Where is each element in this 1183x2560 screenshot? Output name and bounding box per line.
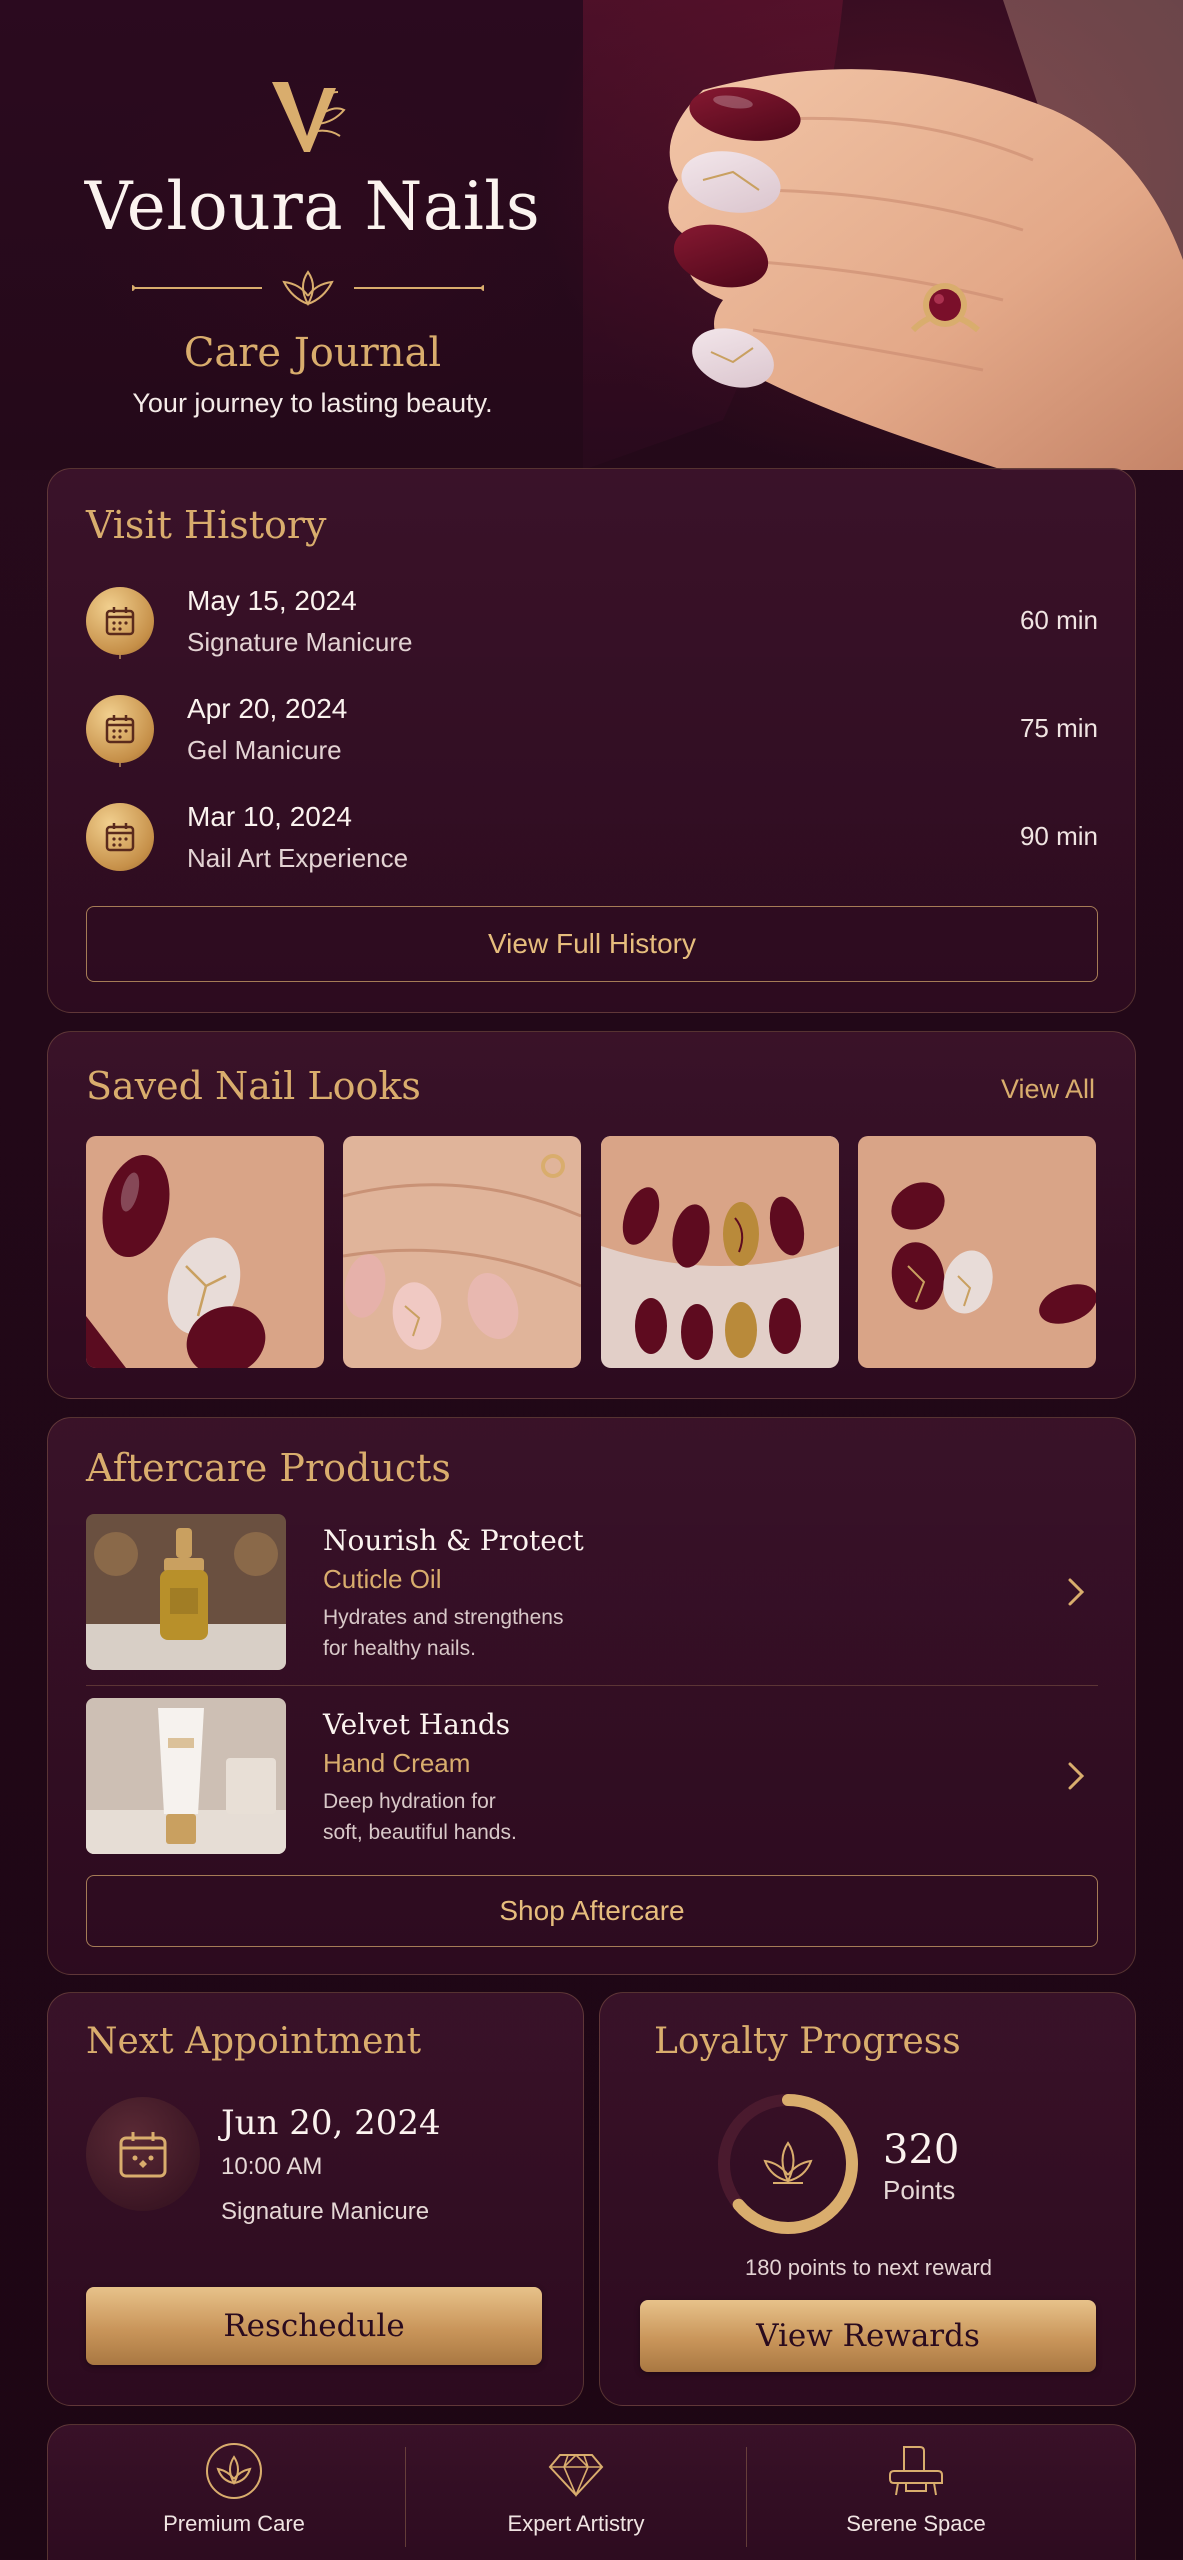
calendar-icon — [86, 803, 154, 871]
saved-looks-card: Saved Nail Looks View All — [47, 1031, 1136, 1399]
reschedule-button[interactable]: Reschedule — [86, 2287, 542, 2365]
appointment-date: Jun 20, 2024 — [221, 2103, 441, 2143]
feature-serene-space: Serene Space — [766, 2441, 1066, 2560]
brand-logo-icon — [272, 82, 346, 152]
visit-service: Nail Art Experience — [187, 843, 409, 873]
feature-label: Expert Artistry — [507, 2511, 645, 2536]
visit-service: Gel Manicure — [187, 735, 342, 765]
hand-cream-image — [86, 1698, 286, 1854]
visit-history-card: Visit History May 15, 2024 Signature Man… — [47, 468, 1136, 1013]
journal-title: Care Journal — [183, 330, 442, 376]
calendar-icon — [86, 695, 154, 763]
visit-row[interactable]: May 15, 2024 Signature Manicure 60 min — [86, 581, 1098, 661]
aftercare-title: Aftercare Products — [86, 1446, 451, 1490]
chevron-right-icon — [1068, 1578, 1085, 1606]
calendar-icon — [86, 2097, 200, 2211]
feature-separator — [405, 2447, 406, 2547]
product-description: Deep hydration for soft, beautiful hands… — [323, 1790, 517, 1844]
product-divider — [86, 1685, 1098, 1686]
points-label: Points — [883, 2175, 956, 2205]
visit-date: May 15, 2024 — [187, 585, 357, 616]
nail-look-thumbnail[interactable] — [86, 1136, 324, 1368]
nail-look-thumbnail[interactable] — [601, 1136, 839, 1368]
saved-looks-title: Saved Nail Looks — [86, 1064, 421, 1108]
cuticle-oil-image — [86, 1514, 286, 1670]
visit-service: Signature Manicure — [187, 627, 413, 657]
visit-duration: 90 min — [1019, 821, 1098, 851]
calendar-icon — [86, 587, 154, 655]
view-all-link[interactable]: View All — [1001, 1074, 1095, 1105]
nail-look-thumbnail[interactable] — [343, 1136, 581, 1368]
visit-duration: 75 min — [1019, 713, 1098, 743]
visit-row[interactable]: Mar 10, 2024 Nail Art Experience 90 min — [86, 797, 1098, 877]
next-appointment-card: Next Appointment Jun 20, 2024 10:00 AM S… — [47, 1992, 584, 2406]
hero-header: Veloura Nails Care Journal Your journey … — [0, 0, 1183, 470]
appointment-time: 10:00 AM — [221, 2153, 323, 2180]
ornament-divider-icon — [132, 270, 484, 307]
hero-hand-photo — [583, 0, 1183, 470]
shop-aftercare-button[interactable]: Shop Aftercare — [86, 1875, 1098, 1947]
diamond-icon — [548, 2453, 604, 2498]
view-rewards-button[interactable]: View Rewards — [640, 2300, 1096, 2372]
loyalty-title: Loyalty Progress — [654, 2021, 961, 2062]
feature-label: Serene Space — [846, 2511, 986, 2536]
feature-premium-care: Premium Care — [84, 2441, 384, 2560]
product-type: Hand Cream — [323, 1748, 471, 1778]
loyalty-progress-card: Loyalty Progress 320 Points 180 points t… — [599, 1992, 1136, 2406]
loyalty-progress-ring — [718, 2094, 858, 2234]
visit-history-title: Visit History — [86, 503, 327, 547]
lotus-icon — [763, 2141, 813, 2184]
visit-date: Mar 10, 2024 — [187, 801, 352, 832]
feature-label: Premium Care — [163, 2511, 305, 2536]
next-appointment-title: Next Appointment — [86, 2021, 422, 2062]
appointment-service: Signature Manicure — [221, 2198, 430, 2225]
feature-separator — [746, 2447, 747, 2547]
visit-duration: 60 min — [1019, 605, 1098, 635]
product-row[interactable]: Nourish & Protect Cuticle Oil Hydrates a… — [86, 1514, 1098, 1672]
product-type: Cuticle Oil — [323, 1564, 442, 1594]
product-name: Nourish & Protect — [323, 1524, 584, 1557]
product-name: Velvet Hands — [323, 1708, 511, 1741]
brand-title: Veloura Nails — [84, 168, 541, 245]
chevron-right-icon — [1068, 1762, 1085, 1790]
lotus-icon — [206, 2443, 262, 2499]
tagline: Your journey to lasting beauty. — [132, 388, 493, 418]
feature-expert-artistry: Expert Artistry — [426, 2441, 726, 2560]
view-full-history-button[interactable]: View Full History — [86, 906, 1098, 982]
aftercare-card: Aftercare Products Nourish & Protect Cut… — [47, 1417, 1136, 1975]
next-reward-text: 180 points to next reward — [744, 2255, 993, 2280]
chair-icon — [889, 2446, 943, 2496]
product-description: Hydrates and strengthens for healthy nai… — [323, 1606, 564, 1660]
visit-row[interactable]: Apr 20, 2024 Gel Manicure 75 min — [86, 689, 1098, 769]
nail-look-thumbnail[interactable] — [858, 1136, 1096, 1368]
product-row[interactable]: Velvet Hands Hand Cream Deep hydration f… — [86, 1698, 1098, 1856]
visit-date: Apr 20, 2024 — [187, 693, 348, 724]
features-bar: Premium Care Expert Artistry Serene Spac… — [47, 2424, 1136, 2560]
points-value: 320 — [883, 2127, 960, 2173]
